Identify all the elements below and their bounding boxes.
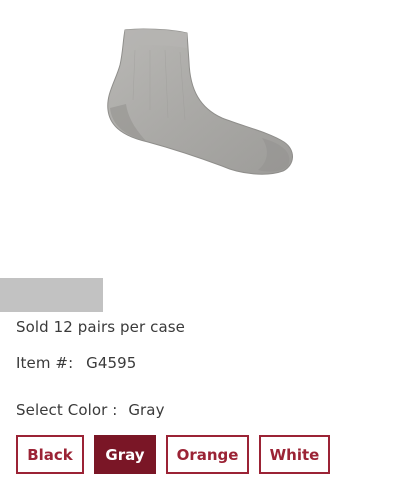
color-option-orange[interactable]: Orange [166, 435, 249, 474]
image-caption-bar [0, 278, 103, 312]
item-number-row: Item #: G4595 [16, 354, 136, 372]
pairs-per-case-text: Sold 12 pairs per case [16, 318, 186, 336]
product-page: Sold 12 pairs per case Item #: G4595 Sel… [0, 0, 400, 500]
product-image-sock [107, 28, 293, 175]
item-number-value: G4595 [86, 354, 137, 372]
select-color-label: Select Color : [16, 401, 118, 419]
item-number-label: Item #: [16, 354, 74, 372]
selected-color-value: Gray [128, 401, 165, 419]
color-option-black[interactable]: Black [16, 435, 84, 474]
color-option-white[interactable]: White [259, 435, 330, 474]
select-color-row: Select Color : Gray [16, 401, 165, 419]
color-option-gray[interactable]: Gray [94, 435, 156, 474]
